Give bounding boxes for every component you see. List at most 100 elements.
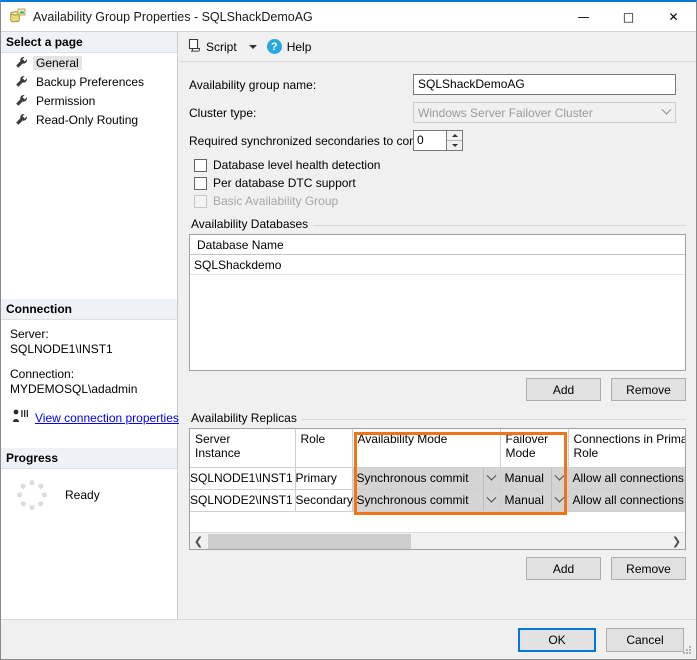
sidebar-item-general[interactable]: General [1,53,177,72]
cluster-type-label: Cluster type: [189,105,257,120]
scroll-left-arrow-icon[interactable]: ❮ [190,533,207,549]
availability-group-name-input[interactable]: SQLShackDemoAG [413,74,676,95]
maximize-button[interactable]: □ [606,2,651,31]
remove-replica-button[interactable]: Remove [611,557,686,580]
table-row[interactable]: SQLNODE1\INST1 Primary Synchronous commi… [190,467,685,490]
minimize-button[interactable]: — [561,2,606,31]
wrench-icon [15,56,28,69]
scrollbar-track[interactable] [207,533,668,549]
sidebar-item-read-only-routing[interactable]: Read-Only Routing [1,110,177,129]
select-a-page-header: Select a page [1,32,177,53]
availability-group-name-row: Availability group name: SQLShackDemoAG [189,74,686,95]
scrollbar-thumb[interactable] [208,533,411,549]
cancel-button[interactable]: Cancel [606,628,684,652]
sidebar-item-backup-preferences[interactable]: Backup Preferences [1,72,177,91]
toolbar: Script ? Help [179,32,696,62]
cell-connections-in-primary-role[interactable]: Allow all connections [568,467,685,490]
wrench-icon [15,94,28,107]
availability-group-icon [9,8,26,25]
availability-replicas-grid[interactable]: Server Instance Role Availability Mode F… [189,428,686,550]
basic-availability-group-checkbox [194,194,207,208]
connections-primary-role-dropdown[interactable]: Allow all connections [568,489,685,511]
sidebar-item-permission[interactable]: Permission [1,91,177,110]
column-header-failover-mode[interactable]: Failover Mode [500,429,569,468]
chevron-down-icon[interactable] [550,489,568,511]
required-sync-secondaries-label: Required synchronized secondaries to com… [189,133,439,148]
required-sync-secondaries-input[interactable]: 0 [413,130,446,151]
main-panel: Script ? Help Availability group name: S… [179,32,696,659]
help-button[interactable]: ? Help [264,36,315,58]
cell-failover-mode[interactable]: Manual [500,489,569,512]
required-sync-secondaries-stepper[interactable]: 0 [413,130,463,151]
availability-mode-dropdown[interactable]: Synchronous commit [352,489,500,511]
cluster-type-value: Windows Server Failover Cluster [418,105,593,120]
cluster-type-row: Cluster type: Windows Server Failover Cl… [189,102,686,123]
connections-primary-role-dropdown[interactable]: Allow all connections [568,467,685,489]
column-header-role[interactable]: Role [295,429,353,468]
chevron-down-icon[interactable] [550,467,568,489]
progress-status: Ready [65,488,100,502]
column-header-server-instance[interactable]: Server Instance [190,429,296,468]
connection-info: Server: SQLNODE1\INST1 Connection: MYDEM… [1,320,179,426]
progress-info: Ready [1,469,177,512]
options-checkbox-group: Database level health detection Per data… [194,158,686,208]
script-dropdown-caret-icon[interactable] [248,44,257,49]
list-item[interactable]: SQLShackdemo [190,255,685,275]
add-database-button[interactable]: Add [526,378,601,401]
script-button[interactable]: Script [184,36,240,58]
view-connection-properties-link[interactable]: View connection properties [35,411,179,425]
connection-properties-icon [12,409,29,426]
column-header-availability-mode[interactable]: Availability Mode [352,429,501,468]
wrench-icon [15,113,28,126]
help-question-icon: ? [266,39,282,54]
required-sync-secondaries-row: Required synchronized secondaries to com… [189,130,686,151]
per-database-dtc-support-checkbox[interactable] [194,176,207,190]
server-label: Server: [10,327,49,341]
cell-role: Secondary [295,489,353,512]
cell-failover-mode[interactable]: Manual [500,467,569,490]
view-connection-properties-row[interactable]: View connection properties [12,409,179,426]
availability-databases-list[interactable]: Database Name SQLShackdemo [189,234,686,371]
close-button[interactable]: ✕ [651,2,696,31]
checkbox-label: Basic Availability Group [213,194,339,208]
cell-connections-in-primary-role[interactable]: Allow all connections [568,489,685,512]
cell-availability-mode[interactable]: Synchronous commit [352,467,501,490]
per-database-dtc-support-row[interactable]: Per database DTC support [194,176,686,190]
connection-value: MYDEMOSQL\adadmin [10,382,138,396]
chevron-down-icon [658,103,675,122]
horizontal-scrollbar[interactable]: ❮ ❯ [190,532,685,549]
remove-database-button[interactable]: Remove [611,378,686,401]
database-level-health-detection-checkbox[interactable] [194,158,207,172]
help-label: Help [286,39,312,54]
availability-mode-dropdown[interactable]: Synchronous commit [352,467,500,489]
dialog-footer: OK Cancel [1,619,696,659]
add-replica-button[interactable]: Add [526,557,601,580]
general-page-form: Availability group name: SQLShackDemoAG … [179,62,696,580]
availability-databases-group: Availability Databases Database Name SQL… [189,217,686,401]
column-header-connections-in-primary-role[interactable]: Connections in Primary Role [568,429,685,468]
ok-button[interactable]: OK [518,628,596,652]
scroll-right-arrow-icon[interactable]: ❯ [668,533,685,549]
database-level-health-detection-row[interactable]: Database level health detection [194,158,686,172]
chevron-down-icon[interactable] [482,489,500,511]
connection-header: Connection [1,299,177,320]
sidebar-item-label: Read-Only Routing [36,112,139,127]
window-title: Availability Group Properties - SQLShack… [33,9,313,24]
resize-grip[interactable] [681,644,693,656]
cell-availability-mode[interactable]: Synchronous commit [352,489,501,512]
table-row[interactable]: SQLNODE2\INST1 Secondary Synchronous com… [190,489,685,512]
stepper-up-button[interactable] [447,131,462,141]
failover-mode-dropdown[interactable]: Manual [500,489,568,511]
stepper-buttons[interactable] [446,130,463,151]
chevron-down-icon[interactable] [482,467,500,489]
progress-spinner-icon [15,478,49,512]
cell-server-instance: SQLNODE2\INST1 [190,489,296,512]
stepper-down-button[interactable] [447,141,462,151]
availability-group-name-label: Availability group name: [189,77,317,92]
window-controls: — □ ✕ [561,2,696,31]
connection-label: Connection: [10,367,75,381]
script-label: Script [206,39,237,54]
checkbox-label: Per database DTC support [213,176,356,190]
failover-mode-dropdown[interactable]: Manual [500,467,568,489]
